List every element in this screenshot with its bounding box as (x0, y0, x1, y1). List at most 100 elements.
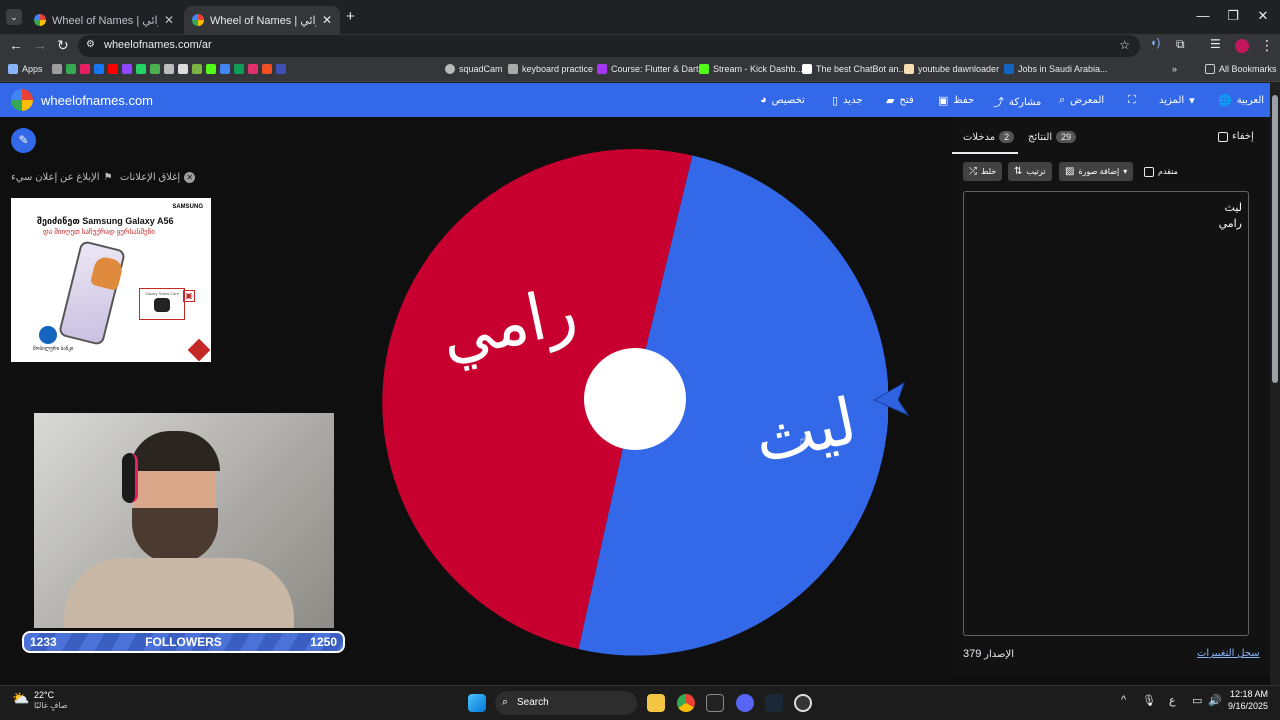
microsoft-icon[interactable] (262, 64, 272, 74)
bookmark-keyboard[interactable]: keyboard practice (508, 64, 593, 74)
advertisement-banner[interactable]: SAMSUNG შეიძინეთ Samsung Galaxy A56 და მ… (11, 198, 211, 362)
new-tab-button[interactable]: + (346, 8, 355, 25)
media-control-icon[interactable]: ☰ (1210, 37, 1221, 51)
tray-chevron-icon[interactable]: ^ (1121, 694, 1126, 706)
bookmark-icon[interactable] (80, 64, 90, 74)
edit-pencil-button[interactable]: ✎ (11, 128, 36, 153)
customize-button[interactable]: ◕ تخصيص (760, 94, 805, 106)
sheets-icon[interactable] (234, 64, 244, 74)
youtube-icon[interactable] (108, 64, 118, 74)
minimize-icon[interactable]: — (1188, 8, 1218, 23)
browser-tab-active[interactable]: Wheel of Names | سم العشوائي ✕ (184, 6, 340, 34)
obs-icon[interactable] (706, 694, 724, 712)
hair (130, 431, 220, 471)
gallery-button[interactable]: ⌕ المعرض (1059, 94, 1104, 107)
volume-icon[interactable]: 🔊 (1208, 694, 1222, 707)
advanced-checkbox[interactable]: متقدم (1138, 162, 1184, 181)
share-button[interactable]: ⤴ مشاركة (993, 94, 1041, 110)
translate-icon[interactable] (220, 64, 230, 74)
network-icon[interactable]: ▭ (1192, 694, 1202, 707)
hide-checkbox[interactable]: إخفاء (1218, 131, 1254, 142)
restore-icon[interactable]: ❐ (1218, 8, 1248, 24)
github-icon[interactable] (178, 64, 188, 74)
clock-date[interactable]: 9/16/2025 (1226, 701, 1268, 711)
close-window-icon[interactable]: ✕ (1248, 8, 1278, 24)
file-explorer-icon[interactable] (647, 694, 665, 712)
fullscreen-button[interactable]: ⛶ (1128, 94, 1136, 107)
microphone-icon[interactable]: 🎙 (1142, 694, 1156, 707)
globe-icon[interactable] (164, 64, 174, 74)
forward-icon[interactable]: → (33, 37, 47, 53)
close-tab-icon[interactable]: ✕ (164, 13, 174, 27)
bookmark-apps[interactable]: Apps (8, 64, 43, 74)
extension-icon[interactable] (66, 64, 76, 74)
weather-icon[interactable]: ⛅ (12, 690, 29, 707)
drive-icon[interactable] (150, 64, 160, 74)
bookmark-jobs[interactable]: Jobs in Saudi Arabia... (1004, 64, 1108, 74)
temperature[interactable]: 22°C (34, 690, 54, 700)
active-tab-indicator (952, 152, 1018, 154)
wheel-logo-icon[interactable] (11, 89, 33, 111)
grid-icon[interactable] (52, 64, 62, 74)
tab-results[interactable]: النتائج 29 (1028, 131, 1077, 143)
url-text: wheelofnames.com/ar (104, 39, 212, 51)
spinning-wheel[interactable]: رامي ليث (378, 147, 888, 657)
open-button[interactable]: ▰ فتح (886, 94, 914, 107)
bookmark-chatbot[interactable]: The best ChatBot an... (802, 64, 906, 74)
whatsapp-icon[interactable] (136, 64, 146, 74)
tab-entries[interactable]: مدخلات 2 (963, 131, 1015, 143)
wheel-center-button[interactable] (584, 348, 686, 450)
brand-name[interactable]: wheelofnames.com (41, 93, 153, 108)
facebook-icon[interactable] (94, 64, 104, 74)
more-menu[interactable]: المزيد ▾ (1159, 94, 1195, 107)
discord-icon[interactable] (736, 694, 754, 712)
windows-start-icon[interactable] (468, 694, 486, 712)
bookmark-youtube-downloader[interactable]: youtube dawnloader (904, 64, 999, 74)
page-scrollbar-thumb[interactable] (1272, 95, 1278, 383)
bookmark-star-icon[interactable]: ☆ (1119, 38, 1130, 52)
taskbar-search[interactable]: ⌕ Search (495, 691, 637, 715)
close-ads-link[interactable]: إغلاق الإعلانات ✕ (120, 172, 196, 183)
changelog-link[interactable]: سجل التغييرات (1197, 648, 1260, 659)
clock-time[interactable]: 12:18 AM (1226, 689, 1268, 699)
site-info-icon[interactable]: ⚙ (86, 39, 95, 50)
bookmark-flutter[interactable]: Course: Flutter & Dart (597, 64, 699, 74)
close-tab-icon[interactable]: ✕ (322, 13, 332, 27)
new-button[interactable]: ▯ جديد (832, 94, 863, 107)
browser-tab[interactable]: Wheel of Names | سم العشوائي ✕ (26, 6, 182, 34)
report-ad-link[interactable]: الإبلاغ عن إعلان سيء ⚑ (11, 172, 113, 183)
new-file-icon: ▯ (832, 95, 839, 107)
app-icon[interactable] (794, 694, 812, 712)
image-icon: ▨ (1065, 166, 1075, 177)
extensions-icon[interactable]: ⧉ (1176, 37, 1185, 52)
add-image-button[interactable]: ▨ إضافة صورة ▾ (1059, 162, 1134, 181)
bookmark-icons-row (52, 64, 286, 74)
checkbox-icon (1218, 131, 1228, 142)
address-bar[interactable]: ⚙ wheelofnames.com/ar ☆ (78, 35, 1140, 57)
kick-icon[interactable] (206, 64, 216, 74)
all-bookmarks[interactable]: All Bookmarks (1205, 64, 1277, 74)
sort-button[interactable]: ⇅ ترتيب (1008, 162, 1052, 181)
shuffle-button[interactable]: ⤮ خلط (963, 162, 1003, 181)
twitch-icon[interactable] (122, 64, 132, 74)
menu-kebab-icon[interactable]: ⋮ (1260, 37, 1274, 54)
read-aloud-icon[interactable]: ◖) (1150, 37, 1160, 49)
bookmark-kick[interactable]: Stream - Kick Dashb... (699, 64, 803, 74)
bookmarks-overflow-icon[interactable]: » (1172, 64, 1177, 74)
tab-search-button[interactable]: ⌄ (6, 9, 22, 25)
steam-icon[interactable] (765, 694, 783, 712)
profile-avatar[interactable] (1235, 39, 1249, 53)
language-indicator[interactable]: ع (1169, 694, 1176, 707)
save-button[interactable]: ▣ حفظ (938, 94, 974, 107)
android-icon[interactable] (192, 64, 202, 74)
docs-icon[interactable] (276, 64, 286, 74)
chrome-icon[interactable] (677, 694, 695, 712)
bookmark-squadcam[interactable]: squadCam (445, 64, 503, 74)
instagram-icon[interactable] (248, 64, 258, 74)
reload-icon[interactable]: ↻ (57, 37, 69, 54)
bank-mark-icon (187, 338, 211, 362)
back-icon[interactable]: ← (9, 37, 23, 53)
entries-textarea[interactable]: ليث رامي (963, 191, 1249, 636)
webcam-overlay (34, 413, 334, 628)
language-menu[interactable]: 🌐 العربية (1218, 94, 1264, 107)
